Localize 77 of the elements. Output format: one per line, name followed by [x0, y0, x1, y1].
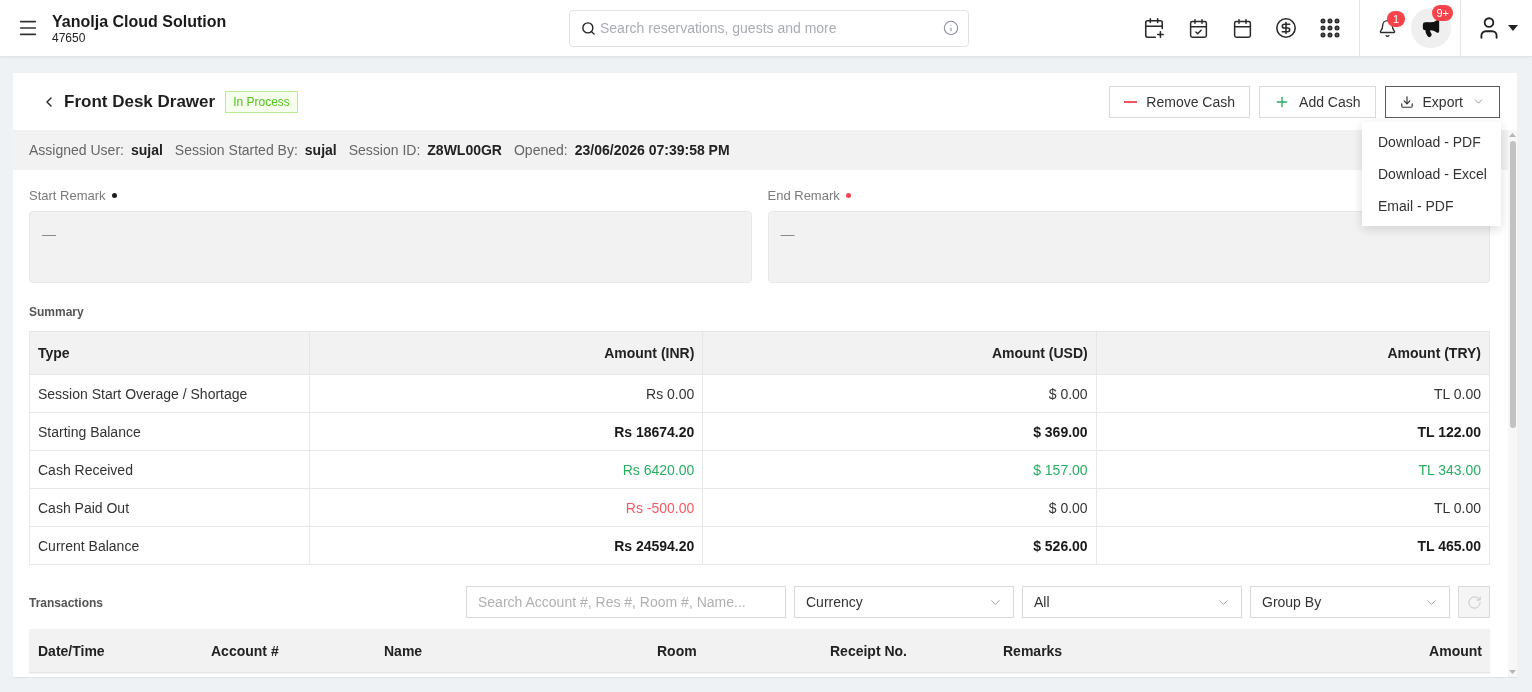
info-label: Session Started By:	[174, 142, 298, 158]
search-field[interactable]: Search reservations, guests and more	[569, 9, 969, 47]
section-title: Summary	[29, 304, 84, 320]
scrollbar-thumb[interactable]	[1509, 141, 1516, 428]
announcements-button[interactable]: 9+	[1411, 8, 1451, 48]
section-title: Transactions	[29, 596, 104, 610]
info-label: Assigned User:	[29, 142, 124, 158]
column-header: Amount (INR)	[309, 331, 703, 375]
column-header: Amount	[1428, 642, 1483, 659]
column-header: Receipt No.	[829, 642, 908, 659]
calendar-icon	[1231, 17, 1253, 39]
table-cell: Rs 24594.20	[309, 526, 703, 565]
notification-badge: 1	[1387, 11, 1405, 27]
table-cell: TL 0.00	[1096, 488, 1490, 527]
remark-field[interactable]: —	[29, 211, 752, 283]
table-cell: Session Start Overage / Shortage	[29, 374, 310, 413]
calendar-check-icon	[1187, 17, 1209, 39]
notifications-button[interactable]: 1	[1369, 10, 1405, 46]
cash-button[interactable]: Add Cash	[1259, 85, 1376, 118]
cash-button[interactable]: Remove Cash	[1109, 85, 1251, 118]
field-label: Start Remark	[29, 188, 106, 203]
search-icon	[581, 20, 596, 36]
table-cell: TL 0.00	[1096, 374, 1490, 413]
app-title: Yanolja Cloud Solution	[52, 11, 227, 31]
download-icon	[1399, 94, 1414, 109]
table-cell: Starting Balance	[29, 412, 310, 451]
column-header: Amount (USD)	[702, 331, 1097, 375]
table-cell: TL 465.00	[1096, 526, 1490, 565]
table-cell: Rs 6420.00	[309, 450, 703, 489]
info-value: Z8WL00GR	[427, 142, 502, 158]
column-header: Name	[383, 642, 424, 659]
table-cell: TL 343.00	[1096, 450, 1490, 489]
table-cell: $ 0.00	[702, 374, 1097, 413]
info-label: Opened:	[514, 142, 568, 158]
filter-select[interactable]: All	[1022, 586, 1242, 618]
megaphone-icon	[1421, 18, 1441, 38]
caret-icon	[1508, 25, 1518, 31]
dollar-circle-icon	[1275, 17, 1297, 39]
filter-select[interactable]: Group By	[1250, 586, 1450, 618]
remark-field[interactable]: —	[767, 211, 1490, 283]
table-cell: Current Balance	[29, 526, 310, 565]
property-id: 47650	[52, 30, 87, 45]
filter-select[interactable]: Currency	[794, 586, 1014, 618]
refresh-icon	[1466, 594, 1482, 610]
table-cell: $ 0.00	[702, 488, 1097, 527]
page-title: Front Desk Drawer	[64, 91, 216, 112]
table-cell: Rs 18674.20	[309, 412, 703, 451]
scrollbar[interactable]	[1508, 130, 1517, 677]
minus-icon	[1124, 100, 1138, 103]
table-cell: $ 526.00	[702, 526, 1097, 565]
table-cell: $ 157.00	[702, 450, 1097, 489]
info-icon[interactable]	[943, 19, 959, 36]
info-value: sujal	[304, 142, 337, 158]
search-field[interactable]: Search Account #, Res #, Room #, Name...	[466, 586, 786, 618]
dots-grid-icon	[1318, 16, 1342, 40]
announcement-badge: 9+	[1432, 5, 1453, 21]
info-value: sujal	[130, 142, 163, 158]
info-value: 23/06/2026 07:39:58 PM	[574, 142, 730, 158]
table-cell: TL 122.00	[1096, 412, 1490, 451]
menu-item[interactable]: Download - Excel	[1362, 157, 1501, 190]
status-tag: In Process	[225, 90, 298, 113]
menu-item[interactable]: Download - PDF	[1362, 125, 1501, 158]
export-button[interactable]: Export	[1384, 85, 1500, 118]
column-header: Type	[29, 331, 310, 375]
table-cell: Cash Paid Out	[29, 488, 310, 527]
table-cell: Rs -500.00	[309, 488, 703, 527]
info-label: Session ID:	[348, 142, 421, 158]
table-cell: Rs 0.00	[309, 374, 703, 413]
calendar-plus-icon	[1143, 17, 1165, 39]
field-label: End Remark	[767, 188, 840, 203]
table-cell: Cash Received	[29, 450, 310, 489]
column-header: Room	[656, 642, 698, 659]
column-header: Date/Time	[37, 642, 106, 659]
column-header: Remarks	[1002, 642, 1064, 659]
column-header: Account #	[210, 642, 280, 659]
table-cell: $ 369.00	[702, 412, 1097, 451]
column-header: Amount (TRY)	[1096, 331, 1490, 375]
